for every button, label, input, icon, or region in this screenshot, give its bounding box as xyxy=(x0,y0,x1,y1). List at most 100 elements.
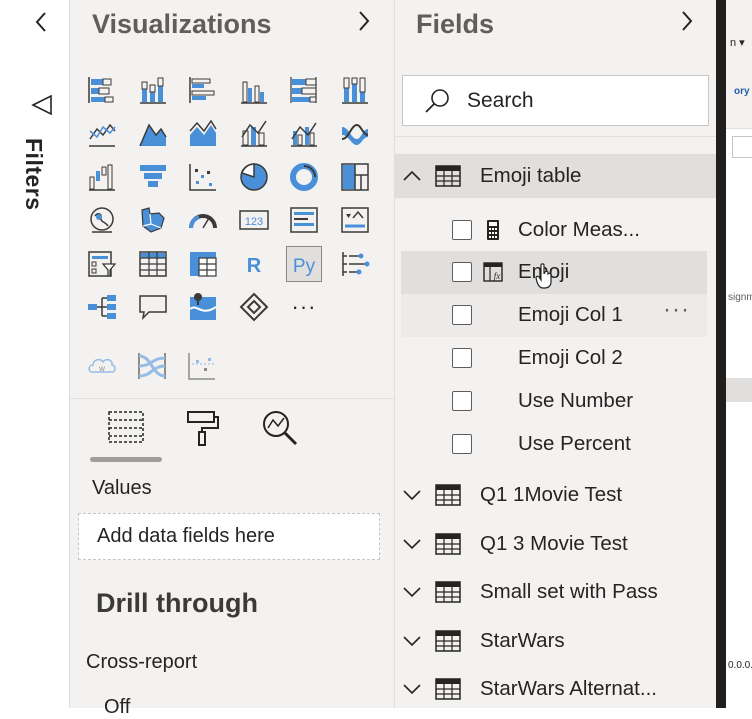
table-icon xyxy=(435,484,461,506)
field-checkbox[interactable] xyxy=(452,305,472,325)
matrix-icon[interactable] xyxy=(185,246,221,282)
word-cloud-text: w xyxy=(98,364,105,373)
clustered-bar-chart-icon[interactable] xyxy=(185,72,221,108)
100-stacked-column-chart-icon[interactable] xyxy=(337,72,373,108)
field-checkbox[interactable] xyxy=(452,348,472,368)
gauge-icon[interactable] xyxy=(185,202,221,238)
table-starwars[interactable]: StarWars xyxy=(395,619,716,663)
cross-report-label: Cross-report xyxy=(86,651,198,673)
svg-text:fx: fx xyxy=(494,271,501,281)
table-emoji-table[interactable]: Emoji table xyxy=(395,154,716,198)
ribbon-dropdown-fragment[interactable]: n ▾ xyxy=(730,36,745,49)
ribbon-label-fragment[interactable]: ory xyxy=(734,86,750,97)
multi-row-card-icon[interactable] xyxy=(286,202,322,238)
chevron-down-icon xyxy=(403,539,421,550)
chevron-down-icon xyxy=(403,490,421,501)
scatter-chart-icon[interactable] xyxy=(185,159,221,195)
report-canvas-peek: n ▾ ory signm 0.0.0. xyxy=(716,0,752,708)
field-checkbox[interactable] xyxy=(452,262,472,282)
treemap-icon[interactable] xyxy=(337,159,373,195)
field-name: Use Number xyxy=(518,389,634,412)
table-name: Small set with Pass xyxy=(480,580,658,603)
table-q1-1movie-test[interactable]: Q1 1Movie Test xyxy=(395,473,716,517)
fields-divider xyxy=(395,136,716,137)
python-visual-text: Py xyxy=(293,256,316,277)
field-row-use-percent[interactable]: Use Percent xyxy=(395,423,716,466)
scatter-custom-icon[interactable] xyxy=(184,348,220,384)
funnel-chart-icon[interactable] xyxy=(135,159,171,195)
canvas-band-fragment xyxy=(726,378,752,402)
table-small-set-with-pass[interactable]: Small set with Pass xyxy=(395,570,716,614)
key-influencers-icon[interactable] xyxy=(337,246,373,282)
card-icon[interactable]: 123 xyxy=(236,202,272,238)
qa-icon[interactable] xyxy=(135,289,171,325)
kpi-icon[interactable] xyxy=(337,202,373,238)
field-row-color-measure[interactable]: Color Meas... xyxy=(395,209,716,252)
area-chart-icon[interactable] xyxy=(135,115,171,151)
visualizations-pane: Visualizations 123 R Py ··· w Values Add… xyxy=(70,0,395,718)
table-name: Q1 3 Movie Test xyxy=(480,532,628,555)
more-options-icon[interactable]: ··· xyxy=(663,296,690,324)
filter-funnel-icon[interactable] xyxy=(29,92,55,118)
line-and-clustered-column-chart-icon[interactable] xyxy=(286,115,322,151)
field-row-emoji[interactable]: fx Emoji xyxy=(401,251,707,294)
filled-map-icon[interactable] xyxy=(135,202,171,238)
more-visuals-text: ··· xyxy=(291,293,317,319)
field-checkbox[interactable] xyxy=(452,391,472,411)
visual-icon-grid: 123 R Py ··· xyxy=(84,72,374,325)
power-apps-icon[interactable] xyxy=(236,289,272,325)
slicer-icon[interactable] xyxy=(84,246,120,282)
arcgis-map-icon[interactable] xyxy=(185,289,221,325)
table-icon xyxy=(435,630,461,652)
table-name: StarWars xyxy=(480,629,565,652)
values-drop-zone[interactable]: Add data fields here xyxy=(78,513,380,560)
field-row-use-number[interactable]: Use Number xyxy=(395,380,716,423)
chevron-left-icon xyxy=(35,12,46,32)
tab-format[interactable] xyxy=(182,408,222,458)
ribbon-fragment xyxy=(726,0,752,129)
custom-visuals-row: w xyxy=(84,348,220,384)
tab-analytics[interactable] xyxy=(260,408,300,458)
line-chart-icon[interactable] xyxy=(84,115,120,151)
table-icon[interactable] xyxy=(135,246,171,282)
python-visual-icon[interactable]: Py xyxy=(286,245,322,282)
canvas-text-fragment: signm xyxy=(728,292,752,303)
map-icon[interactable] xyxy=(84,202,120,238)
sankey-icon[interactable] xyxy=(134,348,170,384)
tab-fields[interactable] xyxy=(90,408,162,462)
chevron-right-icon xyxy=(682,11,693,31)
clustered-column-chart-icon[interactable] xyxy=(236,72,272,108)
values-label: Values xyxy=(92,477,152,499)
waterfall-chart-icon[interactable] xyxy=(84,159,120,195)
stacked-area-chart-icon[interactable] xyxy=(185,115,221,151)
table-name: StarWars Alternat... xyxy=(480,677,657,700)
chevron-down-icon xyxy=(403,684,421,695)
donut-chart-icon[interactable] xyxy=(286,159,322,195)
collapse-fields-button[interactable] xyxy=(675,8,699,34)
collapse-filters-button[interactable] xyxy=(29,8,53,36)
ribbon-chart-icon[interactable] xyxy=(337,115,373,151)
r-visual-icon[interactable]: R xyxy=(236,246,272,282)
canvas-control-fragment[interactable] xyxy=(732,136,752,158)
100-stacked-bar-chart-icon[interactable] xyxy=(286,72,322,108)
fields-search-box[interactable] xyxy=(402,75,709,126)
collapse-visualizations-button[interactable] xyxy=(352,8,376,34)
filters-label[interactable]: Filters xyxy=(20,138,47,211)
line-and-stacked-column-chart-icon[interactable] xyxy=(236,115,272,151)
table-starwars-alternate[interactable]: StarWars Alternat... xyxy=(395,667,716,711)
stacked-column-chart-icon[interactable] xyxy=(135,72,171,108)
decomposition-tree-icon[interactable] xyxy=(84,289,120,325)
pie-chart-icon[interactable] xyxy=(236,159,272,195)
table-q1-3-movie-test[interactable]: Q1 3 Movie Test xyxy=(395,522,716,566)
stacked-bar-chart-icon[interactable] xyxy=(84,72,120,108)
field-name: Use Percent xyxy=(518,432,631,455)
search-input[interactable] xyxy=(465,87,689,114)
field-checkbox[interactable] xyxy=(452,220,472,240)
chevron-right-icon xyxy=(359,11,370,31)
word-cloud-icon[interactable]: w xyxy=(84,348,120,384)
field-row-emoji-col-2[interactable]: Emoji Col 2 xyxy=(395,337,716,380)
more-visuals-icon[interactable]: ··· xyxy=(286,289,322,325)
field-name: Emoji Col 2 xyxy=(518,346,623,369)
field-row-emoji-col-1[interactable]: Emoji Col 1 ··· xyxy=(401,294,707,337)
field-checkbox[interactable] xyxy=(452,434,472,454)
